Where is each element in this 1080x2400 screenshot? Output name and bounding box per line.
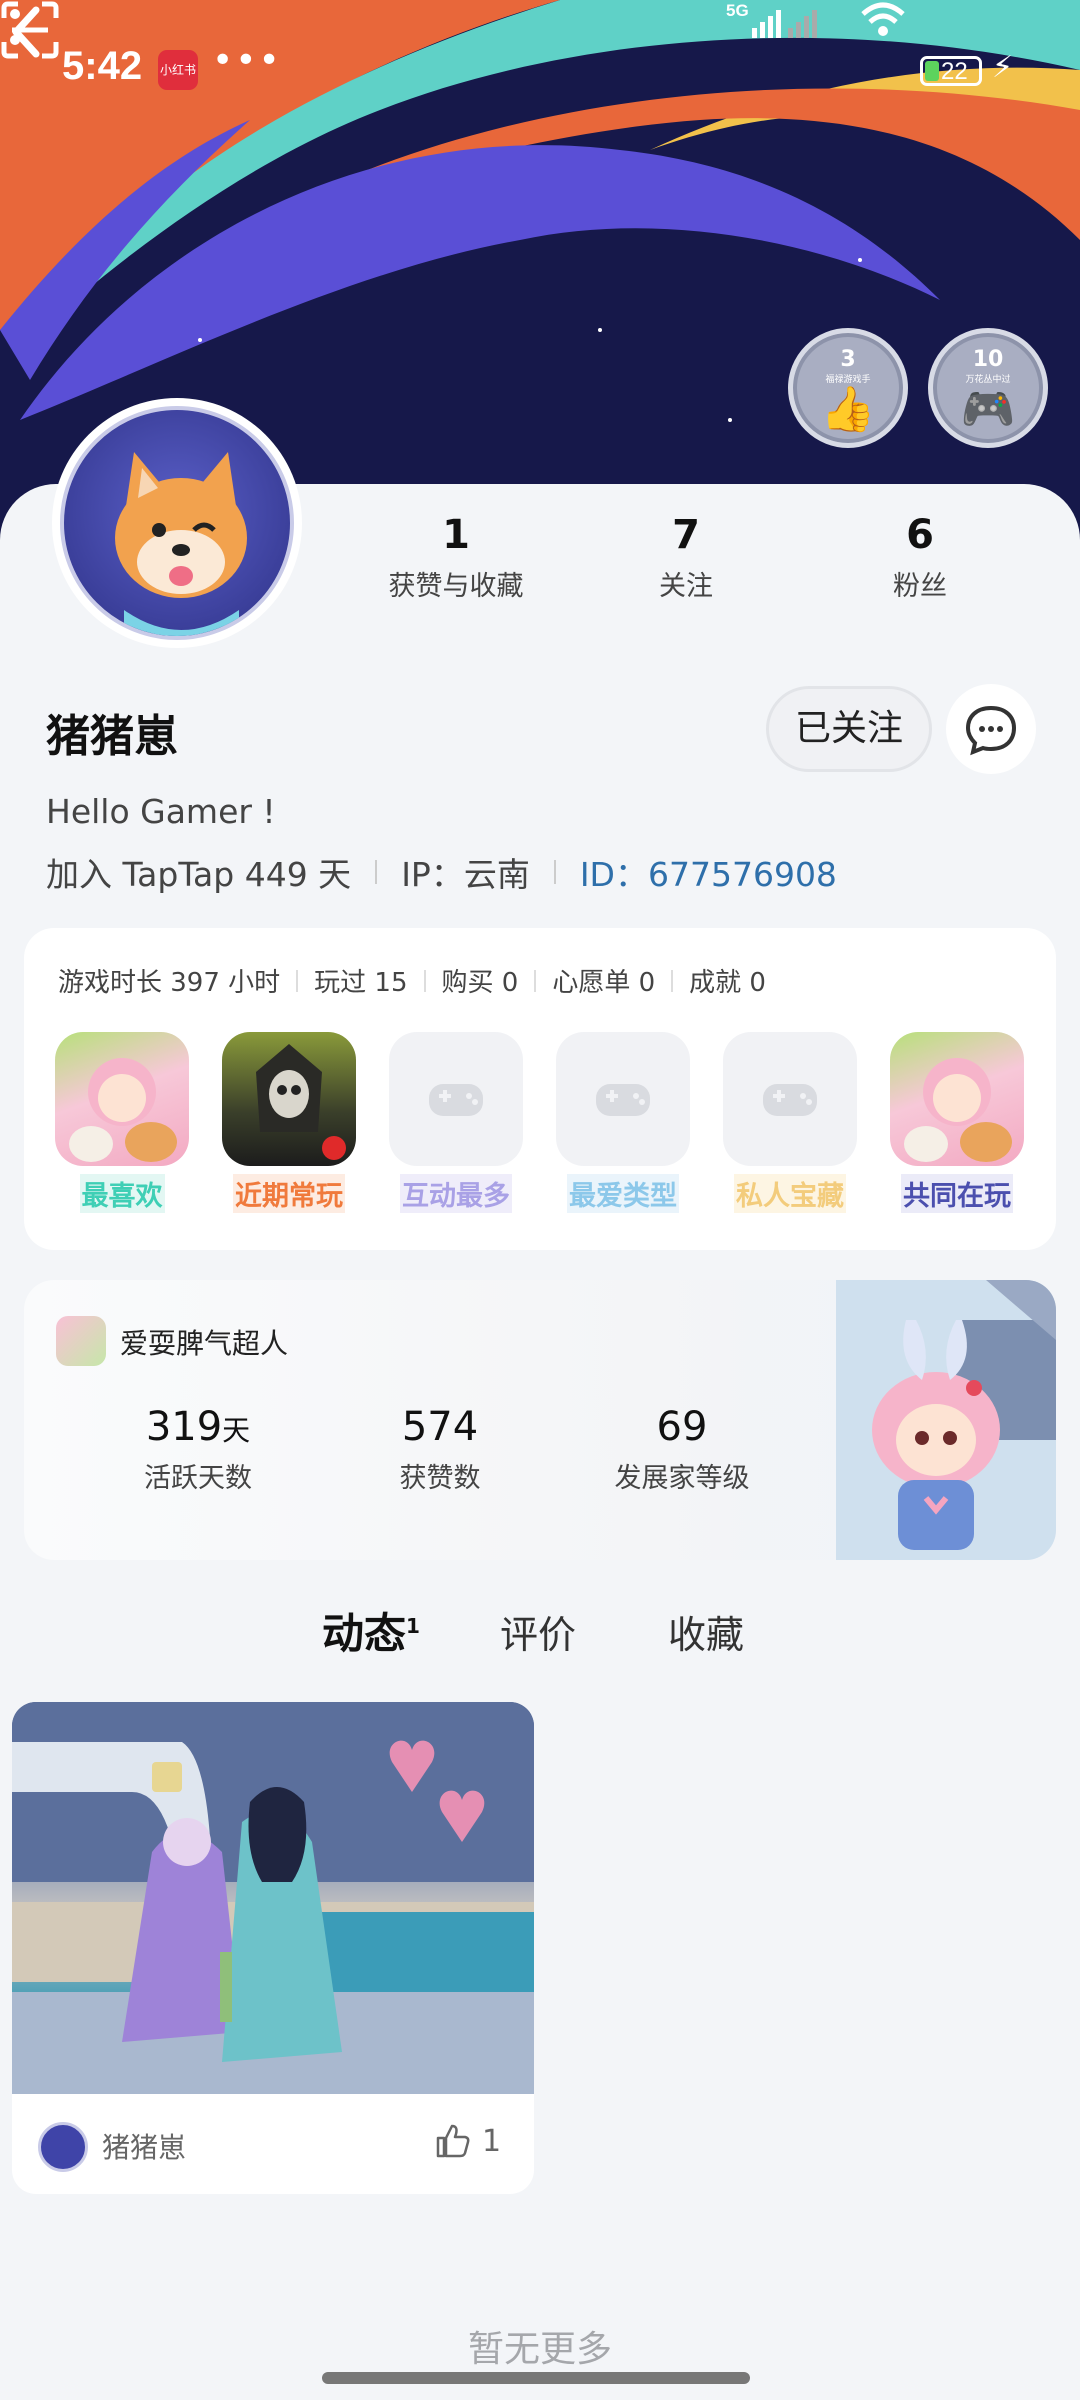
network-type: 5G	[726, 1, 749, 20]
post-image	[12, 1702, 534, 2094]
medal-badge[interactable]: 10 万花丛中过 🎮	[928, 328, 1048, 448]
post-author[interactable]: 猪猪崽	[102, 2126, 186, 2166]
achievements: 成就 0	[689, 968, 766, 998]
wifi-icon	[861, 2, 905, 36]
like-count: 1	[482, 2123, 502, 2159]
battery-level: 22	[941, 58, 968, 85]
gamepad-placeholder-icon	[723, 1032, 857, 1166]
post-card[interactable]: 猪猪崽 1	[12, 1702, 534, 2194]
thumbs-up-icon	[436, 2124, 470, 2158]
battery-icon: 22	[920, 56, 982, 86]
status-time: 5:42	[62, 44, 143, 88]
post-footer: 猪猪崽 1	[12, 2094, 534, 2194]
stat-following[interactable]: 7 关注	[586, 512, 786, 603]
games-played: 玩过 15	[314, 968, 408, 998]
game-stats-card[interactable]: 游戏时长 397 小时 玩过 15 购买 0 心愿单 0 成就 0 最喜欢 近期…	[24, 928, 1056, 1250]
tab-reviews[interactable]: 评价	[500, 1604, 576, 1659]
stat-likes-favorites[interactable]: 1 获赞与收藏	[356, 512, 556, 603]
tab-favorites[interactable]: 收藏	[668, 1604, 744, 1659]
following-button[interactable]: 已关注	[766, 686, 932, 772]
profile-meta: 加入 TapTap 449 天 IP：云南 ID：677576908	[46, 848, 837, 896]
game-icon-image	[222, 1032, 356, 1166]
game-icon-image	[55, 1032, 189, 1166]
game-tile-recent[interactable]: 近期常玩	[221, 1032, 357, 1213]
tab-badge: 1	[406, 1614, 420, 1638]
game-tile-treasure[interactable]: 私人宝藏	[722, 1032, 858, 1213]
more-notifications-icon: •••	[212, 40, 282, 81]
home-indicator[interactable]	[322, 2372, 750, 2384]
gamepad-icon: 🎮	[960, 384, 1016, 435]
game-tile-interaction[interactable]: 互动最多	[388, 1032, 524, 1213]
message-button[interactable]	[946, 684, 1036, 774]
status-bar: 5:42 小红书 ••• 5G 22 ⚡	[0, 0, 1080, 140]
chat-bubble-icon	[965, 705, 1017, 756]
play-time: 游戏时长 397 小时	[58, 968, 281, 998]
thumbs-up-icon: 👍	[820, 384, 876, 435]
game-tile-genre[interactable]: 最爱类型	[555, 1032, 691, 1213]
like-button[interactable]: 1	[434, 2122, 501, 2160]
game-character-artwork	[836, 1280, 1056, 1560]
avatar[interactable]	[52, 398, 302, 648]
stat-followers[interactable]: 6 粉丝	[820, 512, 1020, 603]
cellular-signal-icon: 5G	[726, 1, 817, 38]
game-tile-together[interactable]: 共同在玩	[889, 1032, 1025, 1213]
purchases: 购买 0	[441, 968, 519, 998]
joined-days: 加入 TapTap 449 天	[46, 855, 352, 894]
active-days-stat: 319天 活跃天数	[144, 1404, 252, 1494]
user-id[interactable]: ID：677576908	[580, 848, 837, 896]
tab-posts[interactable]: 动态1	[322, 1600, 420, 1661]
no-more-content: 暂无更多	[467, 2329, 612, 2370]
bio-text: Hello Gamer !	[46, 792, 276, 831]
gamepad-placeholder-icon	[389, 1032, 523, 1166]
game-stats-row: 游戏时长 397 小时 玩过 15 购买 0 心愿单 0 成就 0	[58, 962, 766, 999]
game-icon-image	[56, 1316, 106, 1366]
more-options-icon[interactable]	[0, 0, 30, 56]
activity-game-name: 爱耍脾气超人	[120, 1327, 289, 1360]
developer-level-stat: 69 发展家等级	[614, 1404, 750, 1494]
ip-location: IP：云南	[401, 855, 530, 894]
xiaohongshu-notification-icon: 小红书	[158, 50, 198, 90]
gamepad-placeholder-icon	[556, 1032, 690, 1166]
likes-count-stat: 574 获赞数	[399, 1404, 481, 1494]
game-icon-image	[890, 1032, 1024, 1166]
charging-icon: ⚡	[992, 50, 1014, 85]
username: 猪猪崽	[46, 711, 178, 762]
content-tabs: 动态1 评价 收藏	[0, 1600, 1080, 1670]
shiba-avatar-image	[115, 452, 247, 636]
game-tile-favorite[interactable]: 最喜欢	[54, 1032, 190, 1213]
medal-badge[interactable]: 3 福禄游戏手 👍	[788, 328, 908, 448]
author-avatar[interactable]	[38, 2122, 88, 2172]
game-activity-card[interactable]: 爱耍脾气超人 319天 活跃天数 574 获赞数 69 发展家等级	[24, 1280, 1056, 1560]
wishlist: 心愿单 0	[552, 968, 656, 998]
